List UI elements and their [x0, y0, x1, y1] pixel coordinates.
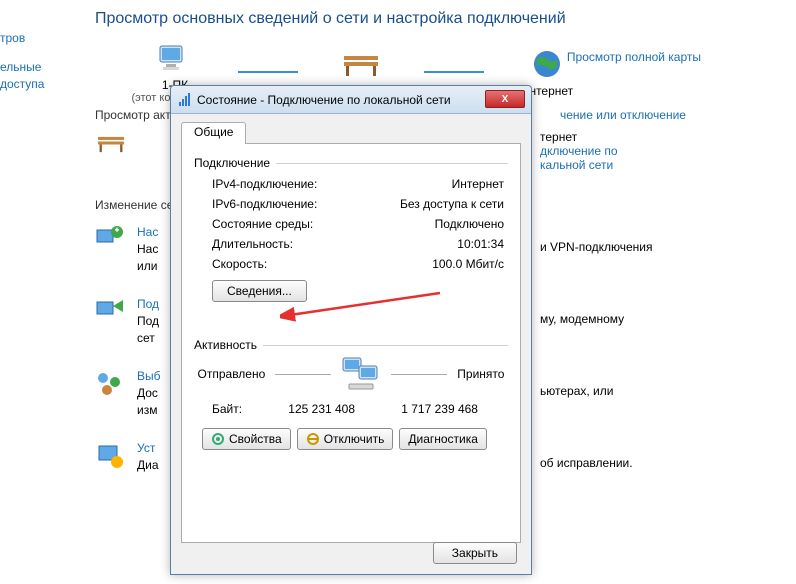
tab-general[interactable]: Общие [181, 122, 246, 144]
active-network-row [95, 130, 127, 162]
change-settings-label: Изменение се [95, 198, 173, 212]
local-connection-link-1[interactable]: дключение по [540, 144, 618, 158]
media-label: Состояние среды: [212, 217, 313, 231]
duration-label: Длительность: [212, 237, 293, 251]
option-row-setup[interactable]: Нас Нас или [95, 224, 158, 274]
bench-icon [95, 130, 127, 156]
computers-text: ьютерах, или [540, 384, 613, 398]
close-icon: X [502, 94, 509, 105]
opt-text: Нас [137, 241, 158, 258]
received-label: Принято [457, 367, 504, 381]
media-value: Подключено [435, 217, 504, 231]
option-row-homegroup[interactable]: Выб Дос изм [95, 368, 161, 418]
opt-text: сет [137, 330, 159, 347]
activity-fieldset: Активность Отправлено Принято [194, 338, 508, 416]
opt-text: или [137, 258, 158, 275]
gear-icon [211, 432, 225, 446]
connection-fieldset: Подключение IPv4-подключение: Интернет IP… [194, 156, 508, 302]
speed-value: 100.0 Мбит/с [432, 257, 504, 271]
duration-value: 10:01:34 [457, 237, 504, 251]
internet-label: тернет [540, 130, 618, 144]
sent-bytes: 125 231 408 [288, 402, 355, 416]
globe-icon [532, 49, 562, 79]
map-connector [238, 71, 298, 73]
opt-text: изм [137, 402, 161, 419]
option-link[interactable]: Нас [137, 224, 158, 241]
bench-icon [340, 50, 382, 78]
computer-icon [158, 42, 192, 74]
properties-label: Свойства [229, 432, 282, 446]
option-link[interactable]: Выб [137, 368, 161, 385]
option-link[interactable]: Уст [137, 440, 159, 457]
details-button[interactable]: Сведения... [212, 280, 307, 302]
opt-text: Дос [137, 385, 161, 402]
connect-network-icon [95, 296, 127, 328]
modem-text: му, модемному [540, 312, 624, 326]
troubleshoot-icon [95, 440, 127, 472]
local-connection-link-2[interactable]: кальной сети [540, 158, 618, 172]
option-row-connect[interactable]: Под Под сет [95, 296, 159, 346]
side-link-1[interactable]: тров [0, 30, 60, 47]
received-bytes: 1 717 239 468 [401, 402, 478, 416]
opt-text: Диа [137, 457, 159, 474]
tab-panel-general: Подключение IPv4-подключение: Интернет IP… [181, 143, 521, 543]
bytes-label: Байт: [212, 402, 242, 416]
speed-label: Скорость: [212, 257, 267, 271]
disable-icon [306, 432, 320, 446]
homegroup-icon [95, 368, 127, 400]
dialog-titlebar[interactable]: Состояние - Подключение по локальной сет… [171, 86, 531, 114]
dialog-title: Состояние - Подключение по локальной сет… [197, 93, 451, 107]
option-link[interactable]: Под [137, 296, 159, 313]
ipv4-value: Интернет [452, 177, 504, 191]
activity-legend: Активность [194, 338, 263, 352]
ipv6-label: IPv6-подключение: [212, 197, 317, 211]
page-title: Просмотр основных сведений о сети и наст… [95, 10, 566, 28]
signal-icon [177, 92, 193, 108]
ipv6-value: Без доступа к сети [400, 197, 504, 211]
plus-network-icon [95, 224, 127, 256]
disable-button[interactable]: Отключить [297, 428, 394, 450]
diagnose-button[interactable]: Диагностика [399, 428, 487, 450]
map-connector [424, 71, 484, 73]
properties-button[interactable]: Свойства [202, 428, 291, 450]
sidebar-links: тров ельные доступа [0, 30, 60, 104]
opt-text: Под [137, 313, 159, 330]
connection-legend: Подключение [194, 156, 276, 170]
ipv4-label: IPv4-подключение: [212, 177, 317, 191]
sent-label: Отправлено [198, 367, 266, 381]
fix-text: об исправлении. [540, 456, 633, 470]
connect-disconnect-link[interactable]: чение или отключение [560, 108, 686, 122]
diagnose-label: Диагностика [408, 432, 478, 446]
side-link-2[interactable]: ельные доступа [0, 59, 60, 93]
close-dialog-button[interactable]: Закрыть [433, 542, 517, 564]
two-computers-icon [341, 356, 381, 392]
close-button[interactable]: X [485, 90, 525, 108]
view-active-label: Просмотр акт [95, 108, 171, 122]
disable-label: Отключить [324, 432, 385, 446]
option-row-troubleshoot[interactable]: Уст Диа [95, 440, 159, 474]
vpn-text: и VPN-подключения [540, 240, 653, 254]
connection-status-dialog: Состояние - Подключение по локальной сет… [170, 85, 532, 575]
